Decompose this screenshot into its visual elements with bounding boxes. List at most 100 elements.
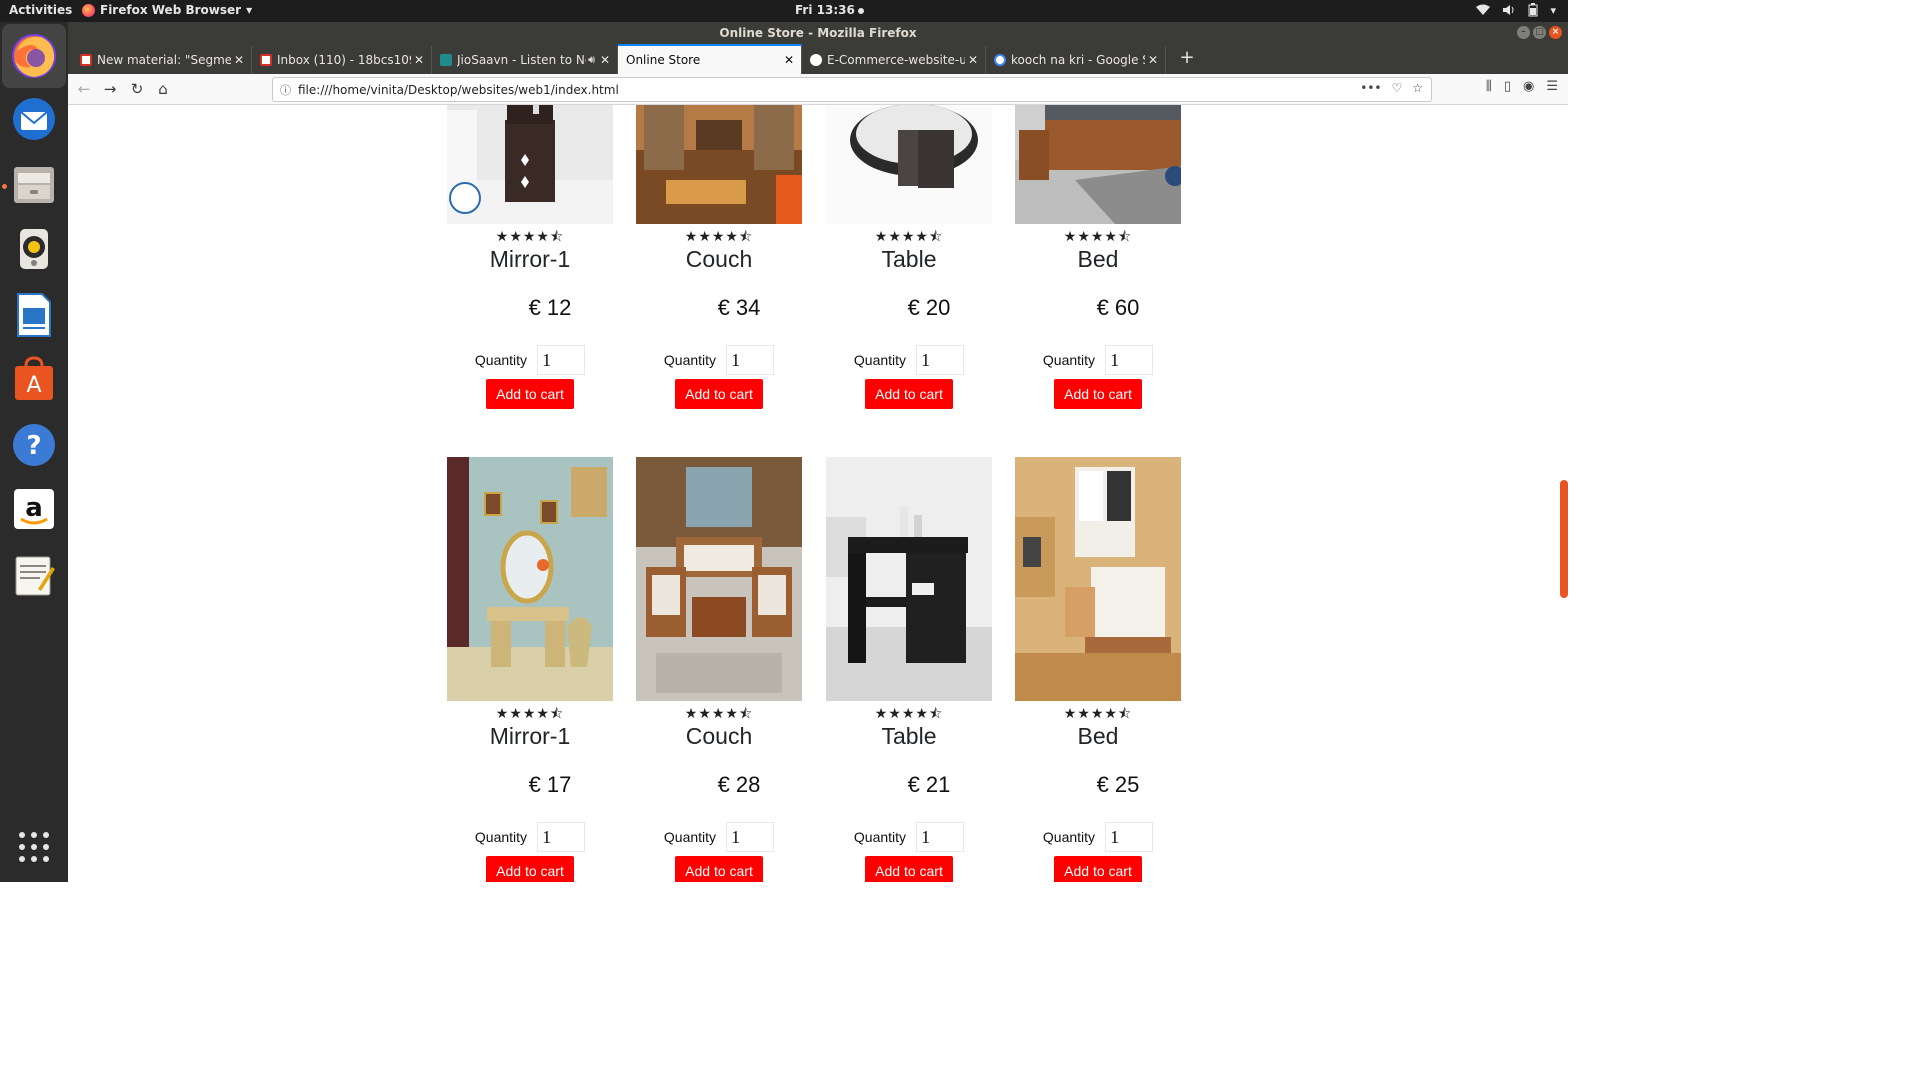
tab-jiosaavn[interactable]: JioSaavn - Listen to Ne 🔊︎ ✕ bbox=[432, 46, 618, 74]
quantity-label: Quantity bbox=[853, 829, 907, 845]
quantity-input[interactable] bbox=[916, 345, 965, 375]
clock[interactable]: Fri 13:36 bbox=[795, 3, 864, 17]
close-tab-icon[interactable]: ✕ bbox=[965, 53, 981, 67]
bookmark-star-icon[interactable]: ☆ bbox=[1412, 81, 1423, 95]
product-name: Table bbox=[881, 246, 937, 272]
add-to-cart-button[interactable]: Add to cart bbox=[486, 856, 574, 882]
product-name: Couch bbox=[685, 246, 753, 272]
dock-text-editor[interactable] bbox=[9, 550, 59, 600]
navigation-toolbar: ← → ↻ ⌂ ⓘ file:///home/vinita/Desktop/we… bbox=[68, 74, 1568, 105]
url-bar[interactable]: ⓘ file:///home/vinita/Desktop/websites/w… bbox=[272, 77, 1432, 102]
quantity-input[interactable] bbox=[537, 345, 586, 375]
dock-thunderbird[interactable] bbox=[9, 94, 59, 144]
quantity-input[interactable] bbox=[1105, 345, 1154, 375]
notification-dot-icon bbox=[857, 7, 864, 14]
product-price: € 20 bbox=[907, 295, 951, 320]
tab-label: E-Commerce-website-us bbox=[827, 53, 965, 67]
close-tab-icon[interactable]: ✕ bbox=[597, 53, 613, 67]
dock-files[interactable] bbox=[9, 160, 59, 210]
volume-icon bbox=[1503, 5, 1514, 15]
app-menu[interactable]: Firefox Web Browser ▾ bbox=[82, 3, 252, 17]
page-actions-icon[interactable]: ••• bbox=[1360, 81, 1381, 95]
account-icon[interactable]: ◉ bbox=[1523, 79, 1534, 94]
reload-button[interactable]: ↻ bbox=[127, 79, 147, 99]
add-to-cart-button[interactable]: Add to cart bbox=[1054, 856, 1142, 882]
close-tab-icon[interactable]: ✕ bbox=[781, 53, 797, 67]
quantity-input[interactable] bbox=[537, 822, 586, 852]
product-price: € 21 bbox=[907, 772, 951, 797]
scrollbar-thumb[interactable] bbox=[1560, 480, 1568, 598]
new-tab-button[interactable]: + bbox=[1176, 47, 1198, 68]
product-image-bed[interactable] bbox=[1015, 457, 1181, 701]
forward-arrow-icon: → bbox=[103, 80, 117, 98]
firefox-icon bbox=[12, 34, 56, 78]
activities-button[interactable]: Activities bbox=[9, 3, 72, 17]
dock-software-center[interactable]: A bbox=[9, 354, 59, 404]
product-image-mirror[interactable] bbox=[447, 105, 613, 224]
add-to-cart-button[interactable]: Add to cart bbox=[865, 379, 953, 409]
quantity-input[interactable] bbox=[726, 822, 775, 852]
dock-help[interactable]: ? bbox=[9, 420, 59, 470]
chevron-down-icon: ▾ bbox=[246, 3, 253, 17]
pocket-icon[interactable]: ♡ bbox=[1391, 81, 1402, 95]
add-to-cart-button[interactable]: Add to cart bbox=[865, 856, 953, 882]
product-image-table[interactable] bbox=[826, 457, 992, 701]
writer-icon bbox=[17, 293, 51, 337]
dock-firefox[interactable] bbox=[2, 24, 66, 88]
system-tray[interactable]: ▾ bbox=[1476, 3, 1556, 17]
forward-button[interactable]: → bbox=[100, 79, 120, 99]
minimize-button[interactable]: – bbox=[1517, 26, 1530, 39]
close-tab-icon[interactable]: ✕ bbox=[231, 53, 247, 67]
back-button[interactable]: ← bbox=[74, 79, 94, 99]
tab-github[interactable]: E-Commerce-website-us ✕ bbox=[802, 46, 986, 74]
thunderbird-icon bbox=[13, 98, 55, 140]
audio-playing-icon[interactable]: 🔊︎ bbox=[588, 53, 595, 67]
page-content: ★★★★⯪ Mirror-1 € 12 Quantity Add to cart… bbox=[68, 105, 1568, 882]
wifi-icon bbox=[1476, 4, 1491, 15]
site-info-icon[interactable]: ⓘ bbox=[280, 82, 291, 98]
dock-libreoffice-writer[interactable] bbox=[9, 290, 59, 340]
product-image-bed[interactable] bbox=[1015, 105, 1181, 224]
add-to-cart-button[interactable]: Add to cart bbox=[1054, 379, 1142, 409]
quantity-label: Quantity bbox=[663, 352, 717, 368]
product-card: ★★★★⯪ Couch € 34 Quantity Add to cart bbox=[636, 105, 802, 409]
product-image-table[interactable] bbox=[826, 105, 992, 224]
add-to-cart-button[interactable]: Add to cart bbox=[675, 856, 763, 882]
quantity-label: Quantity bbox=[853, 352, 907, 368]
tab-gmail-inbox[interactable]: Inbox (110) - 18bcs109@ ✕ bbox=[252, 46, 432, 74]
quantity-input[interactable] bbox=[1105, 822, 1154, 852]
close-tab-icon[interactable]: ✕ bbox=[411, 53, 427, 67]
quantity-label: Quantity bbox=[1042, 352, 1096, 368]
tab-online-store[interactable]: Online Store ✕ bbox=[618, 44, 802, 74]
text-editor-icon bbox=[15, 556, 55, 596]
dock-show-applications[interactable] bbox=[9, 822, 59, 872]
product-image-couch[interactable] bbox=[636, 105, 802, 224]
github-icon bbox=[810, 54, 822, 66]
add-to-cart-button[interactable]: Add to cart bbox=[486, 379, 574, 409]
quantity-input[interactable] bbox=[916, 822, 965, 852]
hamburger-menu-icon[interactable]: ☰ bbox=[1546, 79, 1558, 94]
tab-label: Online Store bbox=[626, 53, 701, 67]
window-title: Online Store - Mozilla Firefox bbox=[719, 26, 917, 40]
app-menu-label: Firefox Web Browser bbox=[100, 3, 242, 17]
tab-google-search[interactable]: kooch na kri - Google Sea ✕ bbox=[986, 46, 1166, 74]
reload-icon: ↻ bbox=[130, 80, 144, 98]
dock-amazon[interactable]: a bbox=[9, 484, 59, 534]
google-icon bbox=[994, 54, 1006, 66]
back-arrow-icon: ← bbox=[77, 80, 91, 98]
maximize-button[interactable]: □ bbox=[1533, 26, 1546, 39]
rating-stars: ★★★★⯪ bbox=[1063, 229, 1133, 245]
home-button[interactable]: ⌂ bbox=[153, 79, 173, 99]
dock-rhythmbox[interactable] bbox=[9, 224, 59, 274]
library-icon[interactable]: ⫼ bbox=[1486, 79, 1492, 94]
tab-gmail-classroom[interactable]: New material: "Segment ✕ bbox=[72, 46, 252, 74]
product-image-couch[interactable] bbox=[636, 457, 802, 701]
close-tab-icon[interactable]: ✕ bbox=[1145, 53, 1161, 67]
product-image-mirror[interactable] bbox=[447, 457, 613, 701]
close-window-button[interactable]: × bbox=[1549, 26, 1562, 39]
page-scrollbar[interactable] bbox=[1560, 105, 1568, 882]
product-card: ★★★★⯪ Mirror-1 € 12 Quantity Add to cart bbox=[447, 105, 613, 409]
quantity-input[interactable] bbox=[726, 345, 775, 375]
add-to-cart-button[interactable]: Add to cart bbox=[675, 379, 763, 409]
sidebar-icon[interactable]: ▯ bbox=[1504, 79, 1511, 94]
